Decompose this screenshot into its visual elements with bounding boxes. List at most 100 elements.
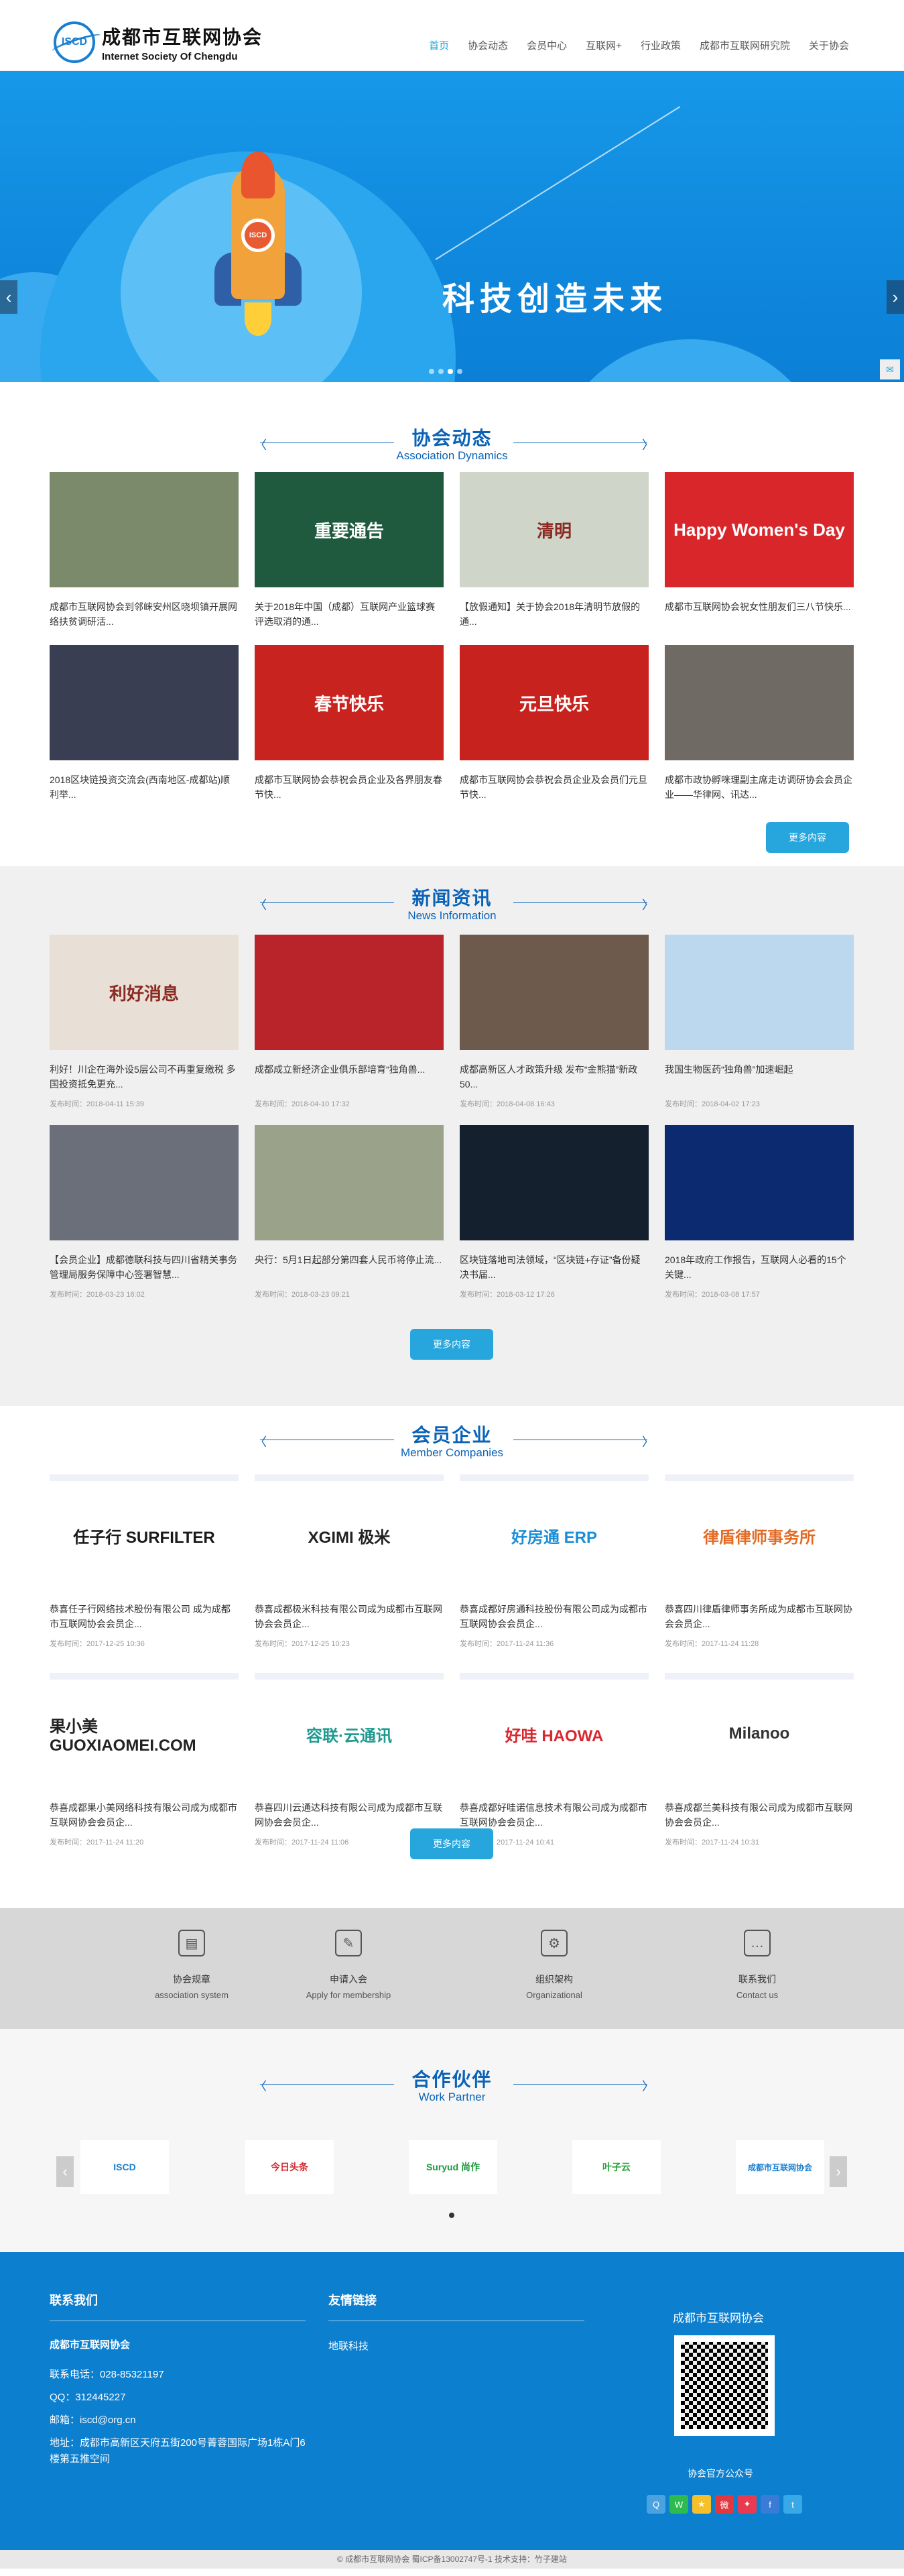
partner-logo[interactable]: 今日头条 — [245, 2140, 334, 2194]
article-card[interactable]: 成都市互联网协会到邻崃安州区晓坝镇开展网络扶贫调研活... — [50, 472, 239, 629]
article-thumbnail[interactable]: 重要通告 — [255, 472, 444, 587]
weibo-icon[interactable]: 微 — [715, 2495, 734, 2514]
article-title[interactable]: 成都市互联网协会恭祝会员企业及各界朋友春节快... — [255, 772, 444, 802]
article-card[interactable]: Happy Women's Day 成都市互联网协会祝女性朋友们三八节快乐... — [665, 472, 854, 629]
member-logo[interactable]: 任子行 SURFILTER — [50, 1474, 239, 1590]
member-card[interactable]: 任子行 SURFILTER 恭喜任子行网络技术股份有限公司 成为成都市互联网协会会… — [50, 1474, 239, 1649]
article-title[interactable]: 成都市政协孵咪理副主席走访调研协会会员企业——华律网、讯达... — [665, 772, 854, 802]
member-title[interactable]: 恭喜成都果小美网络科技有限公司成为成都市互联网协会会员企... — [50, 1800, 239, 1830]
partners-next-arrow[interactable]: › — [830, 2156, 847, 2187]
member-title[interactable]: 恭喜四川云通达科技有限公司成为成都市互联网协会会员企... — [255, 1800, 444, 1830]
article-title[interactable]: 成都市互联网协会恭祝会员企业及会员们元旦节快... — [460, 772, 649, 802]
article-title[interactable]: 我国生物医药“独角兽”加速崛起 — [665, 1062, 854, 1092]
article-thumbnail[interactable] — [255, 1125, 444, 1240]
member-logo[interactable]: 好房通 ERP — [460, 1474, 649, 1590]
member-card[interactable]: 好房通 ERP 恭喜成都好房通科技股份有限公司成为成都市互联网协会会员企... 发布… — [460, 1474, 649, 1649]
qq-icon[interactable]: Q — [647, 2495, 665, 2514]
member-logo[interactable]: 容联·云通讯 — [255, 1673, 444, 1788]
partners-dot[interactable] — [449, 2213, 454, 2218]
article-title[interactable]: 【会员企业】成都德联科技与四川省精关事务管理局服务保障中心签署智慧... — [50, 1252, 239, 1282]
banner-dot-active[interactable] — [448, 369, 453, 374]
banner-dot[interactable] — [429, 369, 434, 374]
nav-dynamics[interactable]: 协会动态 — [458, 38, 517, 52]
partners-prev-arrow[interactable]: ‹ — [56, 2156, 74, 2187]
article-card[interactable]: 清明【放假通知】关于协会2018年清明节放假的通... — [460, 472, 649, 629]
wechat-icon[interactable]: W — [669, 2495, 688, 2514]
feature-apply-membership[interactable]: ✎ 申请入会 Apply for membership — [281, 1930, 415, 2000]
feature-association-system[interactable]: ▤ 协会规章 association system — [125, 1930, 259, 2000]
article-card[interactable]: 元旦快乐成都市互联网协会恭祝会员企业及会员们元旦节快... — [460, 645, 649, 802]
member-title[interactable]: 恭喜成都好哇诺信息技术有限公司成为成都市互联网协会会员企... — [460, 1800, 649, 1830]
facebook-icon[interactable]: f — [761, 2495, 779, 2514]
article-title[interactable]: 成都高新区人才政策升级 发布“金熊猫”新政50... — [460, 1062, 649, 1092]
article-title[interactable]: 区块链落地司法领域，“区块链+存证”备份疑决书届... — [460, 1252, 649, 1282]
article-title[interactable]: 2018年政府工作报告，互联网人必看的15个关键... — [665, 1252, 854, 1282]
article-thumbnail[interactable]: 清明 — [460, 472, 649, 587]
nav-internet-plus[interactable]: 互联网+ — [576, 38, 631, 52]
banner-next-arrow[interactable]: › — [887, 280, 904, 314]
article-thumbnail[interactable] — [460, 935, 649, 1050]
nav-policy[interactable]: 行业政策 — [631, 38, 690, 52]
footer-link[interactable]: 地联科技 — [328, 2339, 584, 2355]
partner-logo[interactable]: 成都市互联网协会 — [736, 2140, 824, 2194]
article-thumbnail[interactable]: Happy Women's Day — [665, 472, 854, 587]
qzone-icon[interactable]: ★ — [692, 2495, 711, 2514]
banner-dot[interactable] — [457, 369, 462, 374]
banner-dot[interactable] — [438, 369, 444, 374]
article-title[interactable]: 关于2018年中国（成都）互联网产业篮球赛评选取消的通... — [255, 599, 444, 629]
member-card[interactable]: Milanoo 恭喜成都兰美科技有限公司成为成都市互联网协会会员企... 发布时间：… — [665, 1673, 854, 1847]
article-title[interactable]: 2018区块链投资交流会(西南地区-成都站)顺利举... — [50, 772, 239, 802]
twitter-icon[interactable]: t — [783, 2495, 802, 2514]
article-card[interactable]: 【会员企业】成都德联科技与四川省精关事务管理局服务保障中心签署智慧... 发布时间… — [50, 1125, 239, 1299]
member-title[interactable]: 恭喜四川律盾律师事务所成为成都市互联网协会会员企... — [665, 1602, 854, 1631]
article-thumbnail[interactable] — [665, 1125, 854, 1240]
article-thumbnail[interactable] — [255, 935, 444, 1050]
dynamics-more-button[interactable]: 更多内容 — [766, 822, 849, 853]
article-title[interactable]: 成都市互联网协会到邻崃安州区晓坝镇开展网络扶贫调研活... — [50, 599, 239, 629]
article-thumbnail[interactable]: 利好消息 — [50, 935, 239, 1050]
members-more-button[interactable]: 更多内容 — [410, 1828, 493, 1859]
nav-member-center[interactable]: 会员中心 — [517, 38, 576, 52]
feature-contact-us[interactable]: … 联系我们 Contact us — [690, 1930, 824, 2000]
article-thumbnail[interactable] — [665, 935, 854, 1050]
article-title[interactable]: 央行：5月1日起部分第四套人民币将停止流... — [255, 1252, 444, 1282]
banner-prev-arrow[interactable]: ‹ — [0, 280, 17, 314]
article-thumbnail[interactable] — [50, 472, 239, 587]
article-thumbnail[interactable] — [50, 645, 239, 760]
member-card[interactable]: 律盾律师事务所 恭喜四川律盾律师事务所成为成都市互联网协会会员企... 发布时间：2… — [665, 1474, 854, 1649]
member-logo[interactable]: 律盾律师事务所 — [665, 1474, 854, 1590]
article-card[interactable]: 我国生物医药“独角兽”加速崛起 发布时间：2018-04-02 17:23 — [665, 935, 854, 1109]
article-thumbnail[interactable] — [665, 645, 854, 760]
member-logo[interactable]: 果小美 GUOXIAOMEI.COM — [50, 1673, 239, 1788]
member-title[interactable]: 恭喜成都兰美科技有限公司成为成都市互联网协会会员企... — [665, 1800, 854, 1830]
partner-logo[interactable]: ISCD — [80, 2140, 169, 2194]
article-thumbnail[interactable]: 元旦快乐 — [460, 645, 649, 760]
article-title[interactable]: 成都成立新经济企业俱乐部培育“独角兽... — [255, 1062, 444, 1092]
member-card[interactable]: 果小美 GUOXIAOMEI.COM 恭喜成都果小美网络科技有限公司成为成都市互联… — [50, 1673, 239, 1847]
article-card[interactable]: 成都成立新经济企业俱乐部培育“独角兽... 发布时间：2018-04-10 17:… — [255, 935, 444, 1109]
article-thumbnail[interactable] — [460, 1125, 649, 1240]
feature-organizational[interactable]: ⚙ 组织架构 Organizational — [487, 1930, 621, 2000]
partner-logo[interactable]: 叶子云 — [572, 2140, 661, 2194]
chat-icon[interactable]: ✉ — [880, 359, 900, 379]
member-title[interactable]: 恭喜任子行网络技术股份有限公司 成为成都市互联网协会会员企... — [50, 1602, 239, 1631]
partner-logo[interactable]: Suryud 尚作 — [409, 2140, 497, 2194]
article-card[interactable]: 区块链落地司法领域，“区块链+存证”备份疑决书届... 发布时间：2018-03-… — [460, 1125, 649, 1299]
site-logo[interactable]: ISCD 成都市互联网协会 Internet Society Of Chengd… — [54, 21, 263, 63]
article-card[interactable]: 重要通告关于2018年中国（成都）互联网产业篮球赛评选取消的通... — [255, 472, 444, 629]
member-logo[interactable]: Milanoo — [665, 1673, 854, 1788]
article-title[interactable]: 【放假通知】关于协会2018年清明节放假的通... — [460, 599, 649, 629]
member-logo[interactable]: 好哇 HAOWA — [460, 1673, 649, 1788]
article-title[interactable]: 成都市互联网协会祝女性朋友们三八节快乐... — [665, 599, 854, 629]
nav-institute[interactable]: 成都市互联网研究院 — [690, 38, 799, 52]
article-title[interactable]: 利好！川企在海外设5层公司不再重复缴税 多国投资抵免更充... — [50, 1062, 239, 1092]
article-thumbnail[interactable]: 春节快乐 — [255, 645, 444, 760]
nav-home[interactable]: 首页 — [419, 38, 458, 52]
member-logo[interactable]: XGIMI 极米 — [255, 1474, 444, 1590]
member-card[interactable]: 好哇 HAOWA恭喜成都好哇诺信息技术有限公司成为成都市互联网协会会员企...发… — [460, 1673, 649, 1847]
article-card[interactable]: 成都高新区人才政策升级 发布“金熊猫”新政50... 发布时间：2018-04-0… — [460, 935, 649, 1109]
nav-about[interactable]: 关于协会 — [799, 38, 858, 52]
news-more-button[interactable]: 更多内容 — [410, 1329, 493, 1360]
article-card[interactable]: 成都市政协孵咪理副主席走访调研协会会员企业——华律网、讯达... — [665, 645, 854, 802]
article-card[interactable]: 春节快乐成都市互联网协会恭祝会员企业及各界朋友春节快... — [255, 645, 444, 802]
